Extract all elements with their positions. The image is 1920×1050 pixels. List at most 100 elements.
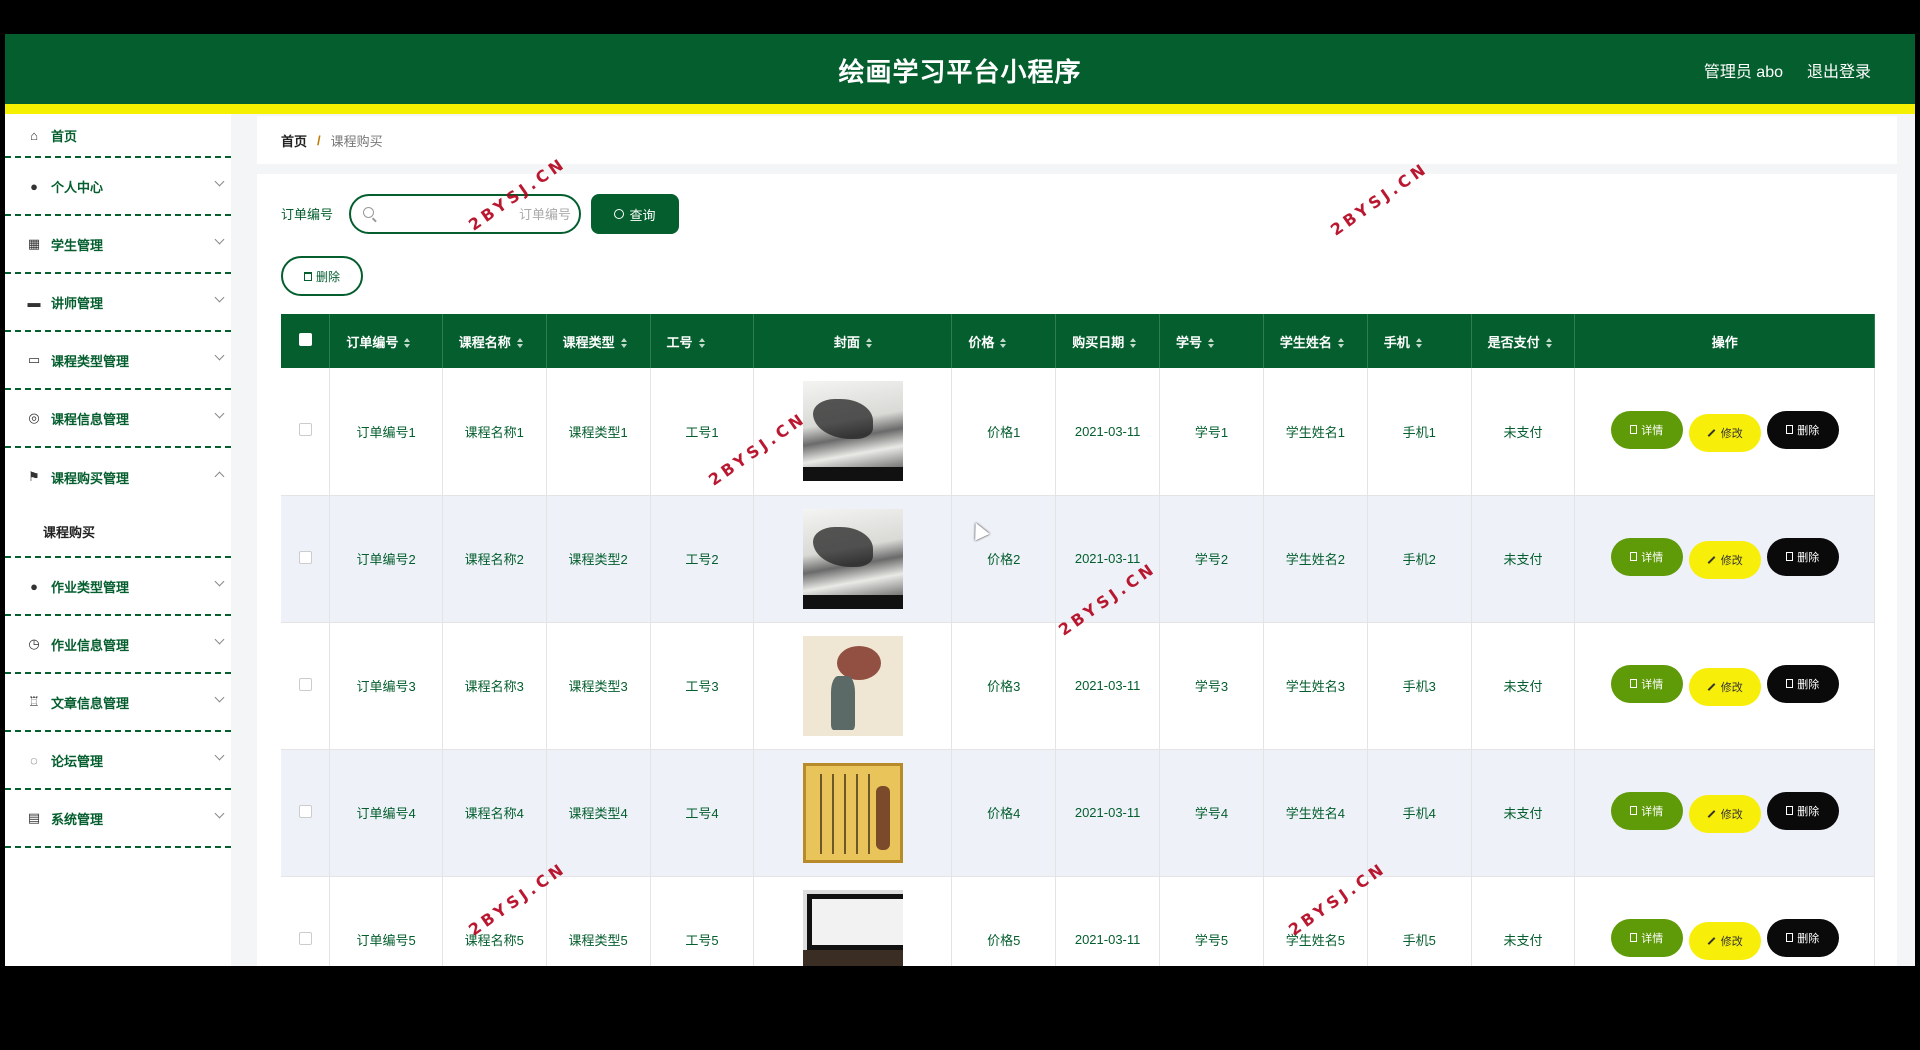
cell-sname: 学生姓名1: [1263, 368, 1368, 496]
edit-button[interactable]: 修改: [1688, 668, 1761, 707]
sidebar-item[interactable]: ▦ 学生管理: [5, 216, 231, 274]
row-checkbox[interactable]: [298, 804, 312, 818]
sidebar-item[interactable]: ◷ 作业信息管理: [5, 616, 231, 674]
edit-button[interactable]: 修改: [1688, 414, 1761, 452]
delete-button[interactable]: 删除: [1766, 664, 1839, 703]
row-actions-cell: 详情 修改 删除: [1574, 622, 1875, 750]
sort-icon[interactable]: [1208, 338, 1215, 349]
search-box[interactable]: [349, 194, 581, 234]
detail-button[interactable]: 详情: [1610, 918, 1683, 957]
column-header[interactable]: 手机: [1367, 314, 1472, 368]
sort-icon[interactable]: [404, 338, 411, 349]
column-header-label: 是否支付: [1487, 334, 1540, 350]
sidebar-item[interactable]: ▭ 课程类型管理: [5, 332, 231, 390]
sort-icon[interactable]: [1000, 338, 1007, 349]
row-checkbox[interactable]: [298, 931, 312, 945]
bulk-delete-button[interactable]: 删除: [281, 256, 363, 296]
search-input[interactable]: [381, 204, 571, 224]
cell-staff: 工号5: [650, 876, 755, 966]
sort-icon[interactable]: [1415, 338, 1422, 349]
column-header[interactable]: 是否支付: [1471, 314, 1576, 368]
cell-sname: 学生姓名3: [1263, 622, 1368, 750]
edit-button-label: 修改: [1720, 555, 1743, 568]
delete-button[interactable]: 删除: [1766, 537, 1839, 576]
edit-button[interactable]: 修改: [1688, 541, 1761, 580]
search-icon: [614, 209, 625, 219]
sidebar-subitem-course-purchase[interactable]: 课程购买: [5, 506, 231, 558]
cover-image: [802, 762, 903, 863]
table-header-row: 订单编号 课程名称 课程类型 工号 封面 价格 购买日期 学号 学生姓名 手机 是否支付 操作: [281, 314, 1875, 368]
delete-button[interactable]: 删除: [1766, 791, 1839, 830]
cell-course: 课程名称2: [442, 495, 547, 623]
sidebar-item[interactable]: ▤ 系统管理: [5, 790, 231, 848]
sidebar-item-label: 文章信息管理: [51, 695, 130, 711]
detail-button[interactable]: 详情: [1610, 664, 1683, 703]
user-icon: ●: [30, 578, 38, 594]
search-icon: [363, 207, 374, 218]
breadcrumb-current: 课程购买: [330, 133, 383, 149]
sort-icon[interactable]: [865, 338, 872, 349]
column-header[interactable]: 工号: [650, 314, 755, 368]
sort-icon[interactable]: [1545, 338, 1552, 349]
edit-button[interactable]: 修改: [1688, 922, 1761, 961]
edit-button[interactable]: 修改: [1688, 795, 1761, 834]
column-header[interactable]: 订单编号: [329, 314, 443, 368]
column-header-label: 工号: [666, 334, 693, 350]
sidebar-item-label: 论坛管理: [51, 753, 104, 769]
sidebar-item[interactable]: ▬ 讲师管理: [5, 274, 231, 332]
column-header[interactable]: 价格: [951, 314, 1057, 368]
app-title: 绘画学习平台小程序: [838, 57, 1082, 87]
column-header[interactable]: 学生姓名: [1263, 314, 1368, 368]
sort-icon[interactable]: [1337, 338, 1344, 349]
row-checkbox[interactable]: [298, 550, 312, 564]
sort-icon[interactable]: [1130, 338, 1137, 349]
sidebar-item[interactable]: ⚑ 课程购买管理: [5, 448, 231, 506]
row-checkbox[interactable]: [298, 677, 312, 691]
column-header[interactable]: 课程类型: [546, 314, 651, 368]
sidebar-item[interactable]: ⌂ 首页: [5, 114, 231, 158]
row-actions-cell: 详情 修改 删除: [1574, 749, 1875, 877]
monitor-icon: ▭: [27, 352, 41, 367]
edit-button-label: 修改: [1720, 682, 1743, 695]
column-header[interactable]: 购买日期: [1055, 314, 1161, 368]
sort-icon[interactable]: [516, 338, 523, 349]
cell-type: 课程类型4: [546, 749, 651, 877]
delete-button[interactable]: 删除: [1766, 410, 1839, 449]
sidebar-item[interactable]: ◎ 课程信息管理: [5, 390, 231, 448]
cell-order: 订单编号5: [329, 876, 443, 966]
row-select-cell: [281, 876, 331, 966]
sidebar-item[interactable]: ◌ 论坛管理: [5, 732, 231, 790]
detail-button[interactable]: 详情: [1610, 791, 1683, 830]
sidebar-item[interactable]: ● 个人中心: [5, 158, 231, 216]
cell-phone: 手机3: [1367, 622, 1472, 750]
sort-icon[interactable]: [698, 338, 705, 349]
flag-icon: ⚑: [28, 469, 40, 484]
sidebar-item[interactable]: ● 作业类型管理: [5, 558, 231, 616]
column-header[interactable]: 课程名称: [442, 314, 547, 368]
delete-button-label: 删除: [1797, 932, 1820, 945]
detail-button[interactable]: 详情: [1610, 410, 1683, 449]
column-header: 操作: [1574, 314, 1875, 368]
column-header[interactable]: 学号: [1159, 314, 1264, 368]
row-checkbox[interactable]: [298, 423, 312, 437]
pencil-icon: [1707, 810, 1716, 819]
sidebar-item[interactable]: ♖ 文章信息管理: [5, 674, 231, 732]
logout-link[interactable]: 退出登录: [1807, 58, 1871, 82]
chevron-down-icon: [214, 350, 225, 361]
select-all-checkbox[interactable]: [298, 333, 312, 346]
search-button[interactable]: 查询: [591, 194, 679, 234]
column-header[interactable]: 封面: [753, 314, 953, 368]
sort-icon[interactable]: [620, 338, 627, 349]
cover-image: [802, 508, 903, 609]
detail-button[interactable]: 详情: [1610, 537, 1683, 576]
cell-phone: 手机2: [1367, 495, 1472, 623]
user-icon: ●: [30, 178, 38, 194]
cell-staff: 工号4: [650, 749, 755, 877]
delete-button[interactable]: 删除: [1766, 918, 1839, 957]
breadcrumb-home[interactable]: 首页: [281, 131, 307, 150]
cell-sid: 学号4: [1159, 749, 1264, 877]
sidebar-item-label: 课程信息管理: [51, 411, 130, 427]
cover-cell: [753, 495, 953, 623]
globe-icon: ◎: [28, 410, 40, 425]
cover-cell: [753, 749, 953, 877]
